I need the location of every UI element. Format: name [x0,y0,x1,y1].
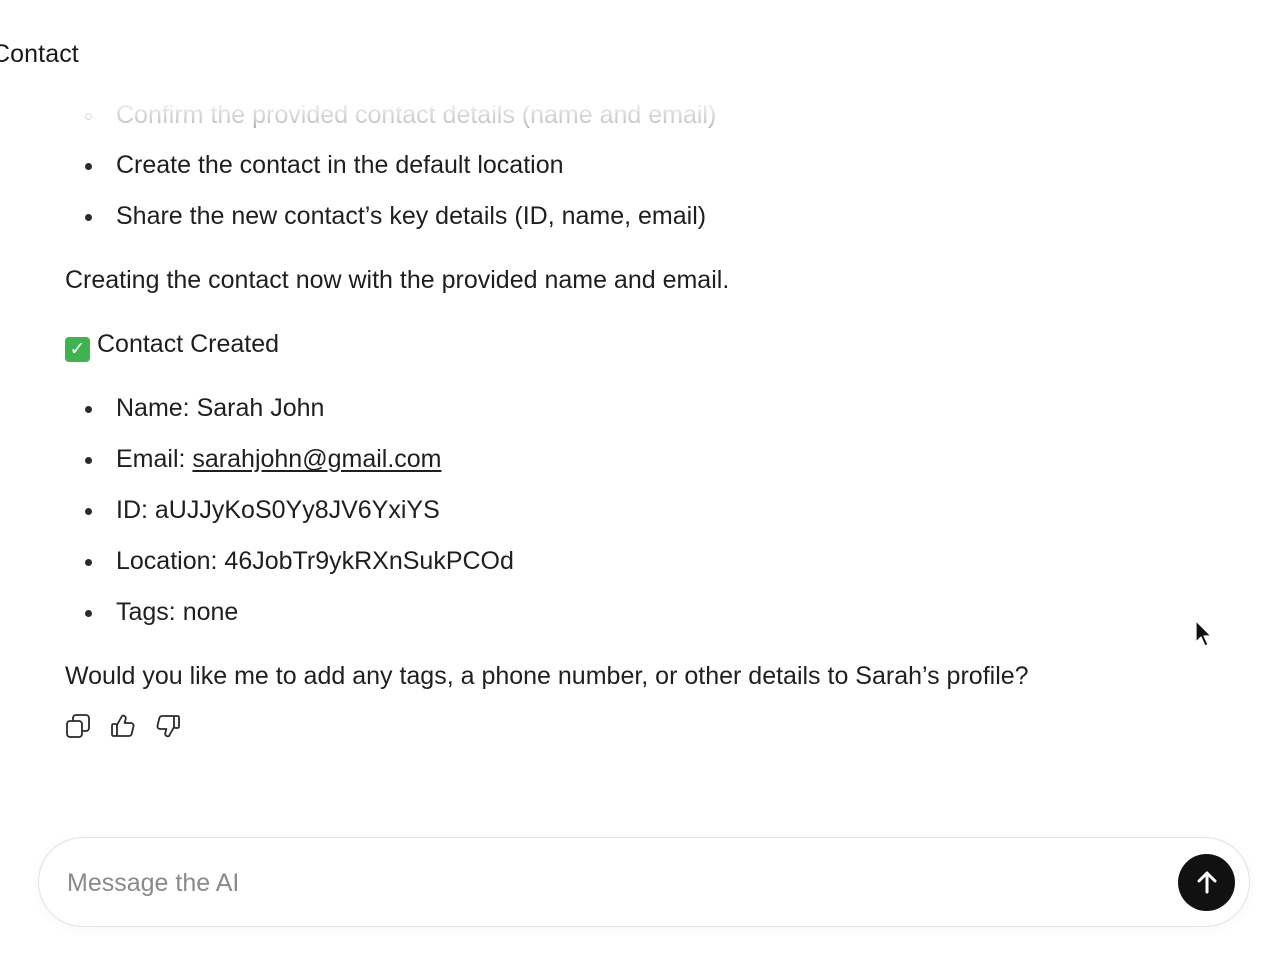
chat-transcript: Confirm the provided contact details (na… [0,96,1268,736]
detail-email: Email: sarahjohn@gmail.com [85,444,442,474]
check-mark-icon: ✓ [65,337,90,362]
detail-value: none [182,598,239,626]
detail-location: Location: 46JobTr9ykRXnSukPCOd [85,546,514,576]
detail-value: aUJJyKoS0Yy8JV6YxiYS [154,496,440,524]
detail-label: Location: [116,547,225,575]
detail-value: 46JobTr9ykRXnSukPCOd [224,547,514,575]
chat-page: Contact Confirm the provided contact det… [0,0,1268,955]
message-input[interactable] [65,862,1149,904]
status-line: Creating the contact now with the provid… [65,266,730,294]
send-button[interactable] [1178,854,1235,911]
result-heading: ✓ Contact Created [65,329,279,362]
detail-id: ID: aUJJyKoS0Yy8JV6YxiYS [85,495,440,525]
list-item-plan-step: Share the new contact’s key details (ID,… [84,202,707,230]
copy-icon [65,713,90,738]
detail-label: Tags: [116,598,183,626]
thumbs-up-button[interactable] [109,712,136,739]
list-item-plan-step: Confirm the provided contact details (na… [84,101,717,129]
detail-label: ID: [116,496,155,524]
email-link[interactable]: sarahjohn@gmail.com [192,445,441,473]
copy-button[interactable] [64,712,91,739]
result-heading-text: Contact Created [97,330,280,358]
mouse-pointer-icon [1195,620,1213,653]
detail-label: Name: [116,394,197,422]
page-title: Contact [0,40,79,68]
message-composer [38,837,1250,927]
detail-label: Email: [116,445,193,473]
arrow-up-icon [1197,871,1216,893]
list-item-plan-step: Create the contact in the default locati… [85,151,564,179]
detail-tags: Tags: none [84,597,239,627]
thumbs-down-button[interactable] [154,712,181,739]
detail-value: Sarah John [196,394,325,422]
thumbs-up-icon [110,714,134,737]
message-actions [64,712,181,739]
follow-up-question: Would you like me to add any tags, a pho… [65,662,1029,690]
detail-name: Name: Sarah John [84,393,325,423]
thumbs-down-icon [156,714,180,737]
